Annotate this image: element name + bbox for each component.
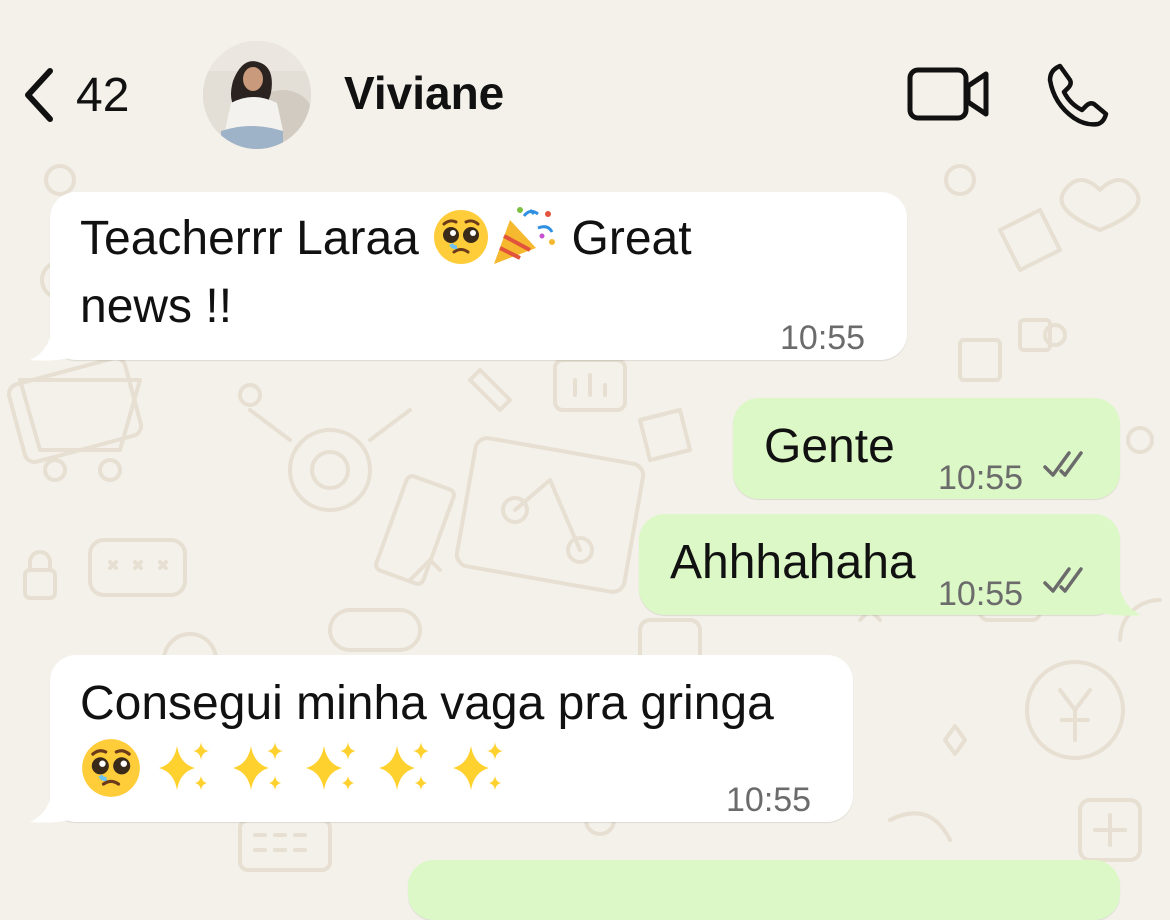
party-popper-emoji: [490, 206, 558, 268]
sparkles-emoji: [155, 738, 215, 798]
unread-count: 42: [76, 68, 130, 122]
message-timestamp: 10:55: [780, 319, 866, 357]
bubble-tail: [30, 792, 70, 823]
message-timestamp: 10:55: [726, 781, 812, 819]
message-text: Gente: [764, 420, 895, 473]
bubble-tail: [30, 330, 70, 361]
back-button[interactable]: 42: [20, 60, 129, 130]
message-timestamp: 10:55: [938, 575, 1024, 613]
message-bubble-incoming[interactable]: Consegui minha vaga pra gringa 10:55: [30, 655, 853, 823]
message-text: Consegui minha vaga pra gringa: [80, 677, 774, 730]
message-text: Ahhhahaha: [670, 536, 916, 589]
sparkles-emoji: [229, 738, 289, 798]
message-bubble-outgoing[interactable]: Gente 10:55: [733, 398, 1120, 499]
message-text-line-2: news !!: [80, 280, 233, 333]
pleading-face-emoji: [80, 737, 142, 799]
avatar[interactable]: [203, 41, 311, 149]
phone-call-icon[interactable]: [1046, 62, 1112, 133]
message-bubble-outgoing-partial[interactable]: [408, 860, 1120, 920]
chevron-left-icon: [20, 65, 56, 125]
sparkles-emoji: [375, 738, 435, 798]
video-call-icon[interactable]: [906, 66, 992, 127]
sparkles-emoji: [302, 738, 362, 798]
message-bubble-outgoing[interactable]: Ahhhahaha 10:55: [639, 514, 1141, 616]
bubble-tail: [1101, 585, 1141, 616]
message-text: Teacherrr Laraa Great: [80, 206, 692, 272]
chat-header: 42 Viviane: [0, 0, 1170, 160]
message-timestamp: 10:55: [938, 459, 1024, 497]
emoji-row: [80, 737, 509, 803]
read-receipt-icon: [1043, 567, 1083, 593]
message-bubble-incoming[interactable]: Teacherrr Laraa Great news !! 10:55: [30, 192, 907, 361]
contact-name[interactable]: Viviane: [344, 66, 504, 120]
read-receipt-icon: [1043, 451, 1083, 477]
pleading-face-emoji: [432, 208, 490, 266]
sparkles-emoji: [449, 738, 509, 798]
